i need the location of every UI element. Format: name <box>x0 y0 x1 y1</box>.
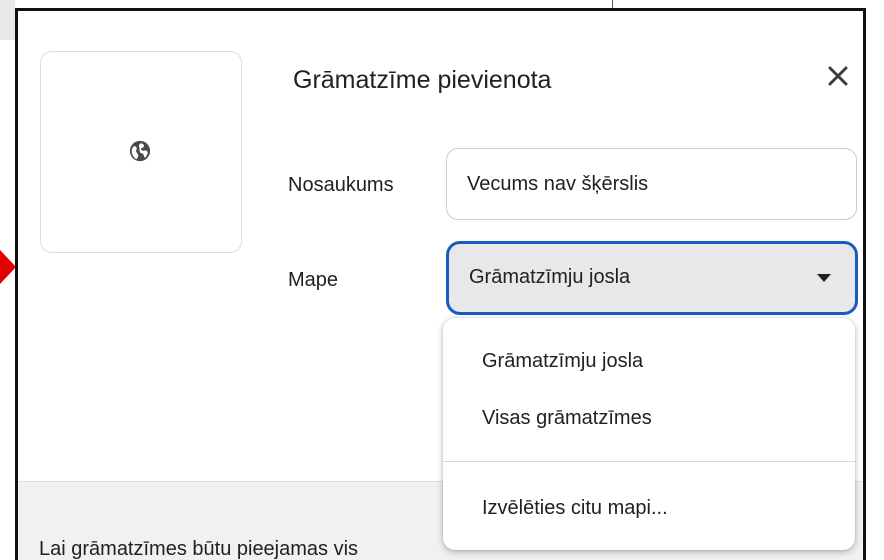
toolbar-divider <box>612 0 613 8</box>
menu-item-all-bookmarks[interactable]: Visas grāmatzīmes <box>443 395 855 441</box>
browser-toolbar-fragment <box>0 0 15 40</box>
folder-label: Mape <box>288 269 339 291</box>
folder-dropdown-menu: Grāmatzīmju josla Visas grāmatzīmes Izvē… <box>443 318 855 550</box>
menu-item-choose-other-folder[interactable]: Izvēlēties citu mapi... <box>443 485 855 531</box>
close-icon <box>828 66 848 86</box>
folder-select[interactable]: Grāmatzīmju josla <box>446 241 858 315</box>
screenshot-canvas: Grāmatzīme pievienota Nosaukums Mape Grā… <box>0 0 884 560</box>
menu-separator <box>443 461 855 462</box>
name-label: Nosaukums <box>288 174 394 196</box>
bookmark-name-input[interactable] <box>446 148 857 220</box>
caret-down-icon <box>817 274 831 282</box>
folder-select-value: Grāmatzīmju josla <box>469 266 631 288</box>
sync-promo-text: Lai grāmatzīmes būtu pieejamas vis <box>39 538 359 560</box>
globe-icon <box>129 140 151 162</box>
menu-item-bookmarks-bar[interactable]: Grāmatzīmju josla <box>443 338 855 384</box>
close-button[interactable] <box>823 61 853 91</box>
dialog-title: Grāmatzīme pievienota <box>293 66 552 94</box>
annotation-arrow <box>0 250 16 284</box>
page-thumbnail <box>40 51 242 253</box>
